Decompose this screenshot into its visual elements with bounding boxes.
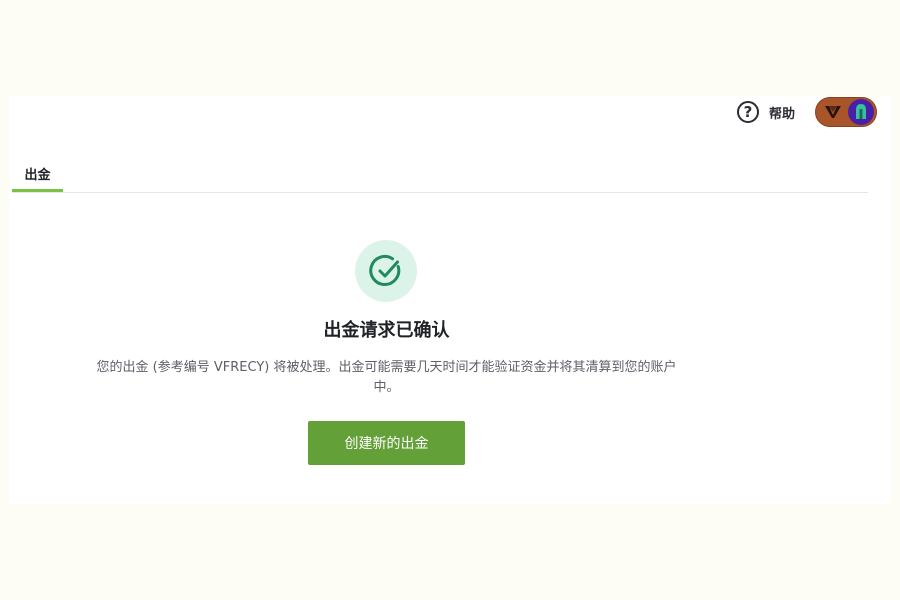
confirmation-description: 您的出金 (参考编号 VFRECY) 将被处理。出金可能需要几天时间才能验证资金… bbox=[96, 360, 677, 395]
question-circle-icon: ? bbox=[736, 101, 759, 123]
user-avatar-icon bbox=[848, 99, 874, 125]
confirmation-title: 出金请求已确认 bbox=[323, 320, 450, 341]
help-link[interactable]: ? 帮助 bbox=[736, 101, 795, 123]
tab-bar: 出金 bbox=[12, 158, 868, 193]
brand-logo-icon bbox=[825, 106, 841, 118]
success-badge bbox=[355, 240, 417, 302]
account-switcher[interactable] bbox=[815, 97, 877, 127]
withdrawal-panel: ? 帮助 出金 出金请求已确认 您的出金 (参考编号 VFRECY) 将被处理。… bbox=[9, 96, 891, 504]
top-bar: ? 帮助 bbox=[736, 96, 877, 128]
create-new-withdrawal-button[interactable]: 创建新的出金 bbox=[308, 421, 465, 465]
check-circle-icon bbox=[369, 255, 401, 286]
tab-withdrawal[interactable]: 出金 bbox=[12, 158, 63, 192]
help-label: 帮助 bbox=[768, 106, 795, 122]
